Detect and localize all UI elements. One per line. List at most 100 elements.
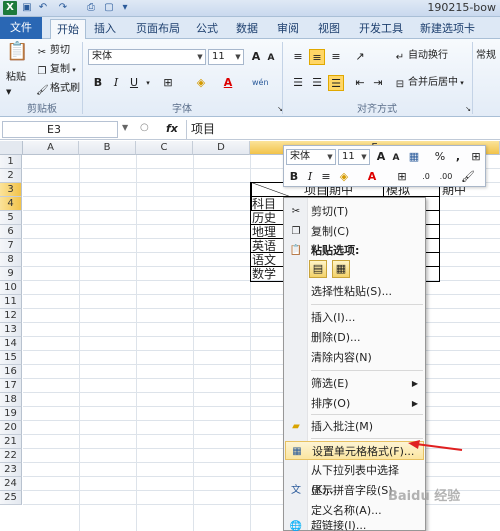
font-name-box[interactable]: 宋体 ▼	[88, 49, 206, 65]
mini-italic-button[interactable]: I	[302, 169, 318, 185]
cancel-icon[interactable]: ○	[140, 122, 149, 133]
row-header[interactable]: 1	[0, 155, 22, 169]
align-left-icon[interactable]: ☰	[290, 75, 306, 91]
merge-center-button[interactable]: ⊟ 合并后居中 ▾	[394, 76, 464, 91]
formula-input[interactable]: 项目	[186, 120, 498, 139]
menu-item-filter[interactable]: 筛选(E) ▶	[285, 374, 424, 393]
column-header-c[interactable]: C	[136, 141, 193, 155]
mini-number-format-icon[interactable]: ▦	[406, 149, 422, 165]
grow-font-button[interactable]: A	[248, 49, 264, 65]
name-box-dropdown-icon[interactable]: ▼	[122, 123, 128, 132]
mini-shrink-font-button[interactable]: A	[388, 150, 404, 166]
bold-button[interactable]: B	[90, 75, 106, 91]
menu-item-format-cells[interactable]: ▦ 设置单元格格式(F)...	[285, 441, 424, 460]
table-row-english[interactable]: 英语	[252, 239, 276, 253]
row-header[interactable]: 13	[0, 323, 22, 337]
menu-item-hyperlink[interactable]: 🌐 超链接(I)...	[285, 520, 424, 531]
undo-icon[interactable]: ↶	[36, 1, 50, 15]
copy-button[interactable]: ❐ 复制 ▾	[36, 63, 76, 78]
mini-comma-button[interactable]: ,	[450, 149, 466, 165]
paste-values-icon[interactable]: ▦	[332, 260, 350, 278]
orientation-icon[interactable]: ↗	[352, 49, 368, 65]
tab-review[interactable]: 审阅	[271, 19, 305, 39]
mini-font-name-box[interactable]: 宋体 ▼	[286, 149, 336, 165]
table-row-chinese[interactable]: 语文	[252, 253, 276, 267]
row-header[interactable]: 2	[0, 169, 22, 183]
row-header[interactable]: 17	[0, 379, 22, 393]
tab-home[interactable]: 开始	[50, 19, 86, 39]
row-header[interactable]: 21	[0, 435, 22, 449]
mini-format-icon[interactable]: ⊞	[468, 149, 484, 165]
paste-option-icon[interactable]: ▤	[309, 260, 327, 278]
align-top-icon[interactable]: ≡	[290, 49, 306, 65]
mini-font-size-box[interactable]: 11 ▼	[338, 149, 370, 165]
mini-bold-button[interactable]: B	[286, 169, 302, 185]
row-header[interactable]: 8	[0, 253, 22, 267]
row-header[interactable]: 7	[0, 239, 22, 253]
tab-data[interactable]: 数据	[230, 19, 264, 39]
align-right-icon[interactable]: ☰	[328, 75, 344, 91]
row-header[interactable]: 15	[0, 351, 22, 365]
menu-item-copy[interactable]: ❐ 复制(C)	[285, 222, 424, 241]
mini-font-color-icon[interactable]: A	[364, 169, 380, 185]
menu-item-pick-from-list[interactable]: 从下拉列表中选择(K)...	[285, 461, 424, 496]
align-middle-icon[interactable]: ≡	[309, 49, 325, 65]
name-box[interactable]: E3	[2, 121, 118, 138]
alignment-dialog-launcher-icon[interactable]: ↘	[460, 101, 476, 117]
font-size-box[interactable]: 11 ▼	[208, 49, 244, 65]
mini-increase-decimal-icon[interactable]: .0	[418, 169, 434, 185]
table-row-geography[interactable]: 地理	[252, 225, 276, 239]
row-header[interactable]: 3	[0, 183, 22, 197]
print-preview-icon[interactable]: ⎙	[84, 1, 98, 15]
new-icon[interactable]: ▢	[102, 1, 116, 15]
row-header[interactable]: 20	[0, 421, 22, 435]
number-format-box[interactable]: 常规	[476, 49, 496, 63]
row-header[interactable]: 23	[0, 463, 22, 477]
row-header[interactable]: 19	[0, 407, 22, 421]
underline-dropdown-icon[interactable]: ▾	[140, 75, 156, 91]
select-all-corner[interactable]	[0, 141, 23, 155]
decrease-indent-icon[interactable]: ⇤	[352, 75, 368, 91]
align-bottom-icon[interactable]: ≡	[328, 49, 344, 65]
font-color-icon[interactable]: A	[220, 75, 236, 91]
row-header[interactable]: 25	[0, 491, 22, 505]
cut-button[interactable]: ✂ 剪切	[36, 44, 70, 59]
paste-button[interactable]: 粘贴	[6, 71, 26, 85]
insert-function-button[interactable]: fx	[166, 122, 178, 135]
redo-icon[interactable]: ↷	[56, 1, 70, 15]
save-icon[interactable]: ▣	[20, 1, 34, 15]
row-header[interactable]: 14	[0, 337, 22, 351]
align-center-icon[interactable]: ☰	[309, 75, 325, 91]
mini-format-painter-icon[interactable]: 🖌	[460, 169, 476, 185]
mini-grow-font-button[interactable]: A	[373, 149, 389, 165]
row-header[interactable]: 18	[0, 393, 22, 407]
tab-developer[interactable]: 开发工具	[353, 19, 409, 39]
phonetic-button[interactable]: wén	[252, 75, 269, 91]
format-painter-button[interactable]: 🖌格式刷	[36, 82, 80, 97]
menu-item-clear-contents[interactable]: 清除内容(N)	[285, 348, 424, 367]
tab-insert[interactable]: 插入	[88, 19, 122, 39]
mini-decrease-decimal-icon[interactable]: .00	[438, 169, 454, 185]
customize-qat-icon[interactable]: ▾	[118, 1, 132, 15]
row-header[interactable]: 4	[0, 197, 22, 211]
menu-item-insert[interactable]: 插入(I)...	[285, 308, 424, 327]
menu-item-paste-special[interactable]: 选择性粘贴(S)...	[285, 282, 424, 301]
menu-item-insert-comment[interactable]: ▰ 插入批注(M)	[285, 417, 424, 436]
row-header[interactable]: 10	[0, 281, 22, 295]
mini-fill-color-icon[interactable]: ◈	[336, 169, 352, 185]
row-header[interactable]: 6	[0, 225, 22, 239]
fill-color-icon[interactable]: ◈	[193, 75, 209, 91]
shrink-font-button[interactable]: A	[263, 50, 279, 66]
table-row-math[interactable]: 数学	[252, 267, 276, 281]
wrap-text-button[interactable]: ↵ 自动换行	[394, 49, 448, 64]
mini-borders-icon[interactable]: ⊞	[394, 169, 410, 185]
table-header-subject[interactable]: 科目	[252, 197, 276, 211]
mini-align-button[interactable]: ≡	[318, 169, 334, 185]
row-header[interactable]: 11	[0, 295, 22, 309]
tab-page-layout[interactable]: 页面布局	[130, 19, 186, 39]
row-header[interactable]: 16	[0, 365, 22, 379]
tab-formulas[interactable]: 公式	[190, 19, 224, 39]
row-header[interactable]: 22	[0, 449, 22, 463]
paste-icon[interactable]: 📋	[6, 43, 28, 67]
paste-dropdown-icon[interactable]: ▼	[6, 85, 11, 99]
